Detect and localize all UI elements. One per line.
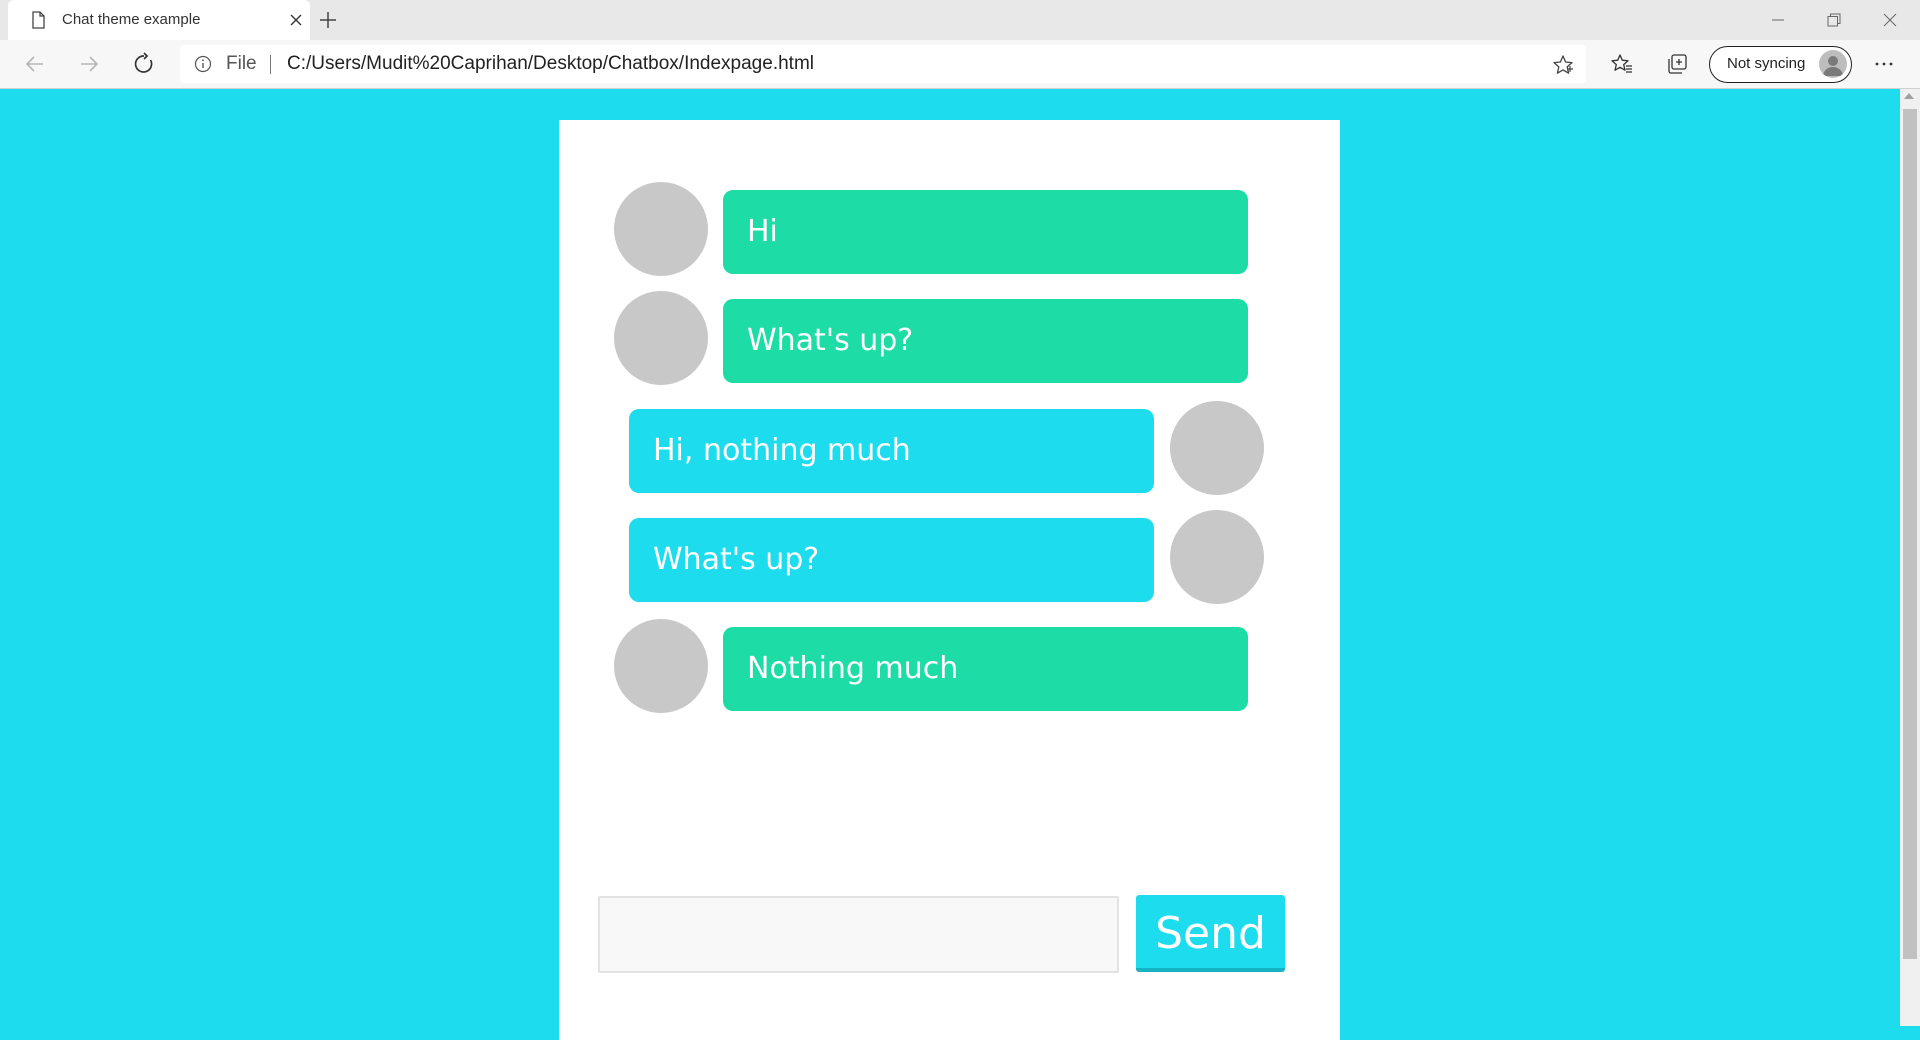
message-bubble: Hi, nothing much [629, 409, 1154, 493]
close-icon[interactable] [287, 11, 305, 29]
reload-icon[interactable] [128, 48, 160, 80]
favorites-icon[interactable] [1606, 48, 1638, 80]
tab-strip: Chat theme example [0, 0, 1920, 40]
sync-profile-button[interactable]: Not syncing [1709, 46, 1852, 83]
message-bubble: Nothing much [723, 627, 1248, 711]
send-button[interactable]: Send [1136, 895, 1285, 972]
browser-toolbar: File C:/Users/Mudit%20Caprihan/Desktop/C… [0, 40, 1920, 89]
collections-icon[interactable] [1661, 48, 1693, 80]
sync-status-label: Not syncing [1727, 55, 1806, 72]
window-close-icon[interactable] [1862, 0, 1918, 40]
message-row: Nothing much [559, 619, 1340, 714]
scheme-divider [270, 55, 271, 74]
more-options-icon[interactable] [1868, 48, 1900, 80]
scroll-up-arrow-icon[interactable] [1904, 93, 1914, 99]
message-bubble: What's up? [629, 518, 1154, 602]
chat-panel: Hi What's up? Hi, nothing much What's up… [559, 120, 1340, 1040]
browser-tab[interactable]: Chat theme example [8, 0, 310, 40]
restore-icon[interactable] [1806, 0, 1862, 40]
message-input[interactable] [598, 896, 1119, 973]
avatar [1170, 510, 1264, 604]
profile-avatar-icon [1819, 50, 1847, 78]
message-row: What's up? [559, 291, 1340, 386]
star-icon[interactable] [1552, 54, 1574, 76]
message-row: Hi [559, 182, 1340, 277]
minimize-icon[interactable] [1750, 0, 1806, 40]
tab-title: Chat theme example [62, 11, 201, 28]
url-text[interactable]: C:/Users/Mudit%20Caprihan/Desktop/Chatbo… [287, 45, 814, 83]
forward-arrow-icon[interactable] [73, 48, 105, 80]
avatar [614, 619, 708, 713]
message-row: Hi, nothing much [559, 401, 1340, 496]
info-icon[interactable] [194, 55, 212, 73]
avatar [614, 291, 708, 385]
page-viewport: Hi What's up? Hi, nothing much What's up… [0, 89, 1900, 1040]
message-row: What's up? [559, 510, 1340, 605]
avatar [1170, 401, 1264, 495]
back-arrow-icon[interactable] [19, 48, 51, 80]
vertical-scrollbar[interactable] [1900, 89, 1920, 1026]
address-bar[interactable]: File C:/Users/Mudit%20Caprihan/Desktop/C… [180, 45, 1586, 83]
page-icon [28, 10, 48, 30]
new-tab-plus-icon[interactable] [316, 8, 340, 32]
scrollbar-thumb[interactable] [1903, 109, 1917, 959]
message-bubble: Hi [723, 190, 1248, 274]
avatar [614, 182, 708, 276]
message-bubble: What's up? [723, 299, 1248, 383]
url-scheme-label: File [226, 53, 257, 74]
